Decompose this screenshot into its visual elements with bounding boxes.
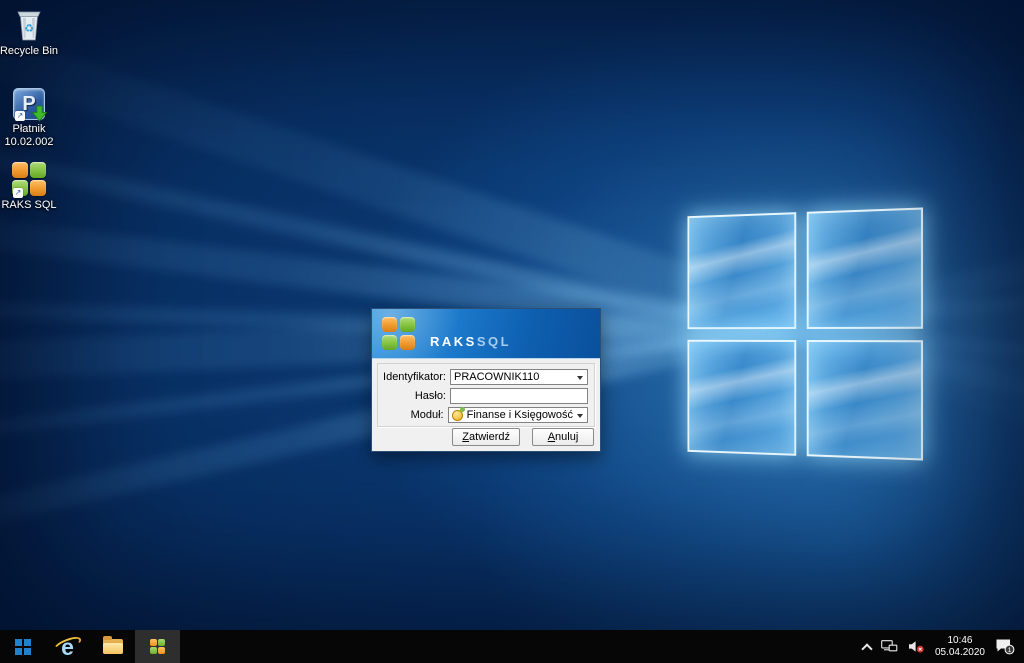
finance-module-icon (452, 410, 463, 421)
identifier-value: PRACOWNIK110 (454, 371, 539, 383)
identifier-combo[interactable]: PRACOWNIK110 (450, 369, 588, 385)
taskbar-button-internet-explorer[interactable]: e (45, 630, 90, 663)
identifier-label: Identyfikator: (380, 371, 446, 383)
windows-logo (687, 207, 923, 460)
desktop-icon-raks-sql[interactable]: ↗ RAKS SQL (0, 160, 60, 212)
windows-start-icon (15, 639, 31, 655)
desktop-icon-platnik[interactable]: P ↗ Płatnik 10.02.002 (0, 84, 60, 149)
module-combo[interactable]: Finanse i Księgowość (448, 407, 588, 423)
desktop-icon-label: Płatnik (0, 123, 60, 136)
wallpaper-window-pane (806, 340, 923, 461)
start-button[interactable] (0, 630, 45, 663)
system-tray: 10:46 05.04.2020 1 (863, 630, 1024, 663)
module-label: Moduł: (380, 409, 444, 421)
module-value: Finanse i Księgowość (467, 409, 573, 421)
raks-logo-icon (382, 317, 415, 350)
screen: ♻ Recycle Bin P ↗ Płatnik 10.02.002 (0, 0, 1024, 663)
shortcut-arrow-icon: ↗ (13, 188, 23, 198)
network-icon[interactable] (881, 640, 898, 653)
action-center-icon[interactable]: 1 (995, 638, 1015, 655)
brand-bold: RAKS (430, 334, 477, 349)
cancel-button[interactable]: Anuluj (532, 428, 594, 446)
raks-login-dialog: RAKSSQL Identyfikator: PRACOWNIK110 Hasł… (371, 308, 601, 452)
notification-badge: 1 (1008, 647, 1012, 654)
green-download-arrow-icon (31, 105, 48, 122)
file-explorer-icon (103, 639, 123, 654)
desktop-icon-label: Recycle Bin (0, 45, 60, 58)
password-input[interactable] (454, 390, 584, 403)
clock-date: 05.04.2020 (935, 647, 985, 659)
clock-time: 10:46 (935, 635, 985, 647)
svg-text:♻: ♻ (24, 23, 34, 35)
raks-sql-icon (150, 639, 165, 654)
shortcut-arrow-icon: ↗ (15, 111, 25, 121)
internet-explorer-icon: e (55, 634, 81, 660)
raks-sql-icon: ↗ (0, 160, 60, 196)
submit-button[interactable]: Zatwierdź (452, 428, 520, 446)
wallpaper-window-pane (687, 339, 795, 455)
taskbar-button-raks-sql[interactable] (135, 630, 180, 663)
taskbar-button-file-explorer[interactable] (90, 630, 135, 663)
desktop-icon-label: RAKS SQL (0, 199, 60, 212)
taskbar-clock[interactable]: 10:46 05.04.2020 (935, 635, 985, 659)
wallpaper-window-pane (806, 207, 923, 328)
dialog-body: Identyfikator: PRACOWNIK110 Hasło: M (372, 359, 600, 451)
wallpaper-window-pane (687, 212, 795, 328)
dialog-header: RAKSSQL (372, 309, 600, 359)
password-field-frame (450, 388, 588, 404)
desktop-icon-recycle-bin[interactable]: ♻ Recycle Bin (0, 6, 60, 58)
brand-sql: SQL (477, 334, 511, 349)
desktop-icon-sublabel: 10.02.002 (0, 136, 60, 149)
chevron-down-icon (577, 376, 583, 383)
password-label: Hasło: (380, 390, 446, 402)
chevron-down-icon (577, 414, 583, 421)
platnik-icon: P ↗ (0, 84, 60, 120)
recycle-bin-icon: ♻ (0, 6, 60, 42)
hidden-icons-chevron[interactable] (861, 643, 872, 654)
taskbar: e 10:46 (0, 630, 1024, 663)
raks-brand-text: RAKSSQL (430, 334, 511, 349)
wallpaper: ♻ Recycle Bin P ↗ Płatnik 10.02.002 (0, 0, 1024, 630)
volume-muted-icon[interactable] (908, 640, 925, 653)
